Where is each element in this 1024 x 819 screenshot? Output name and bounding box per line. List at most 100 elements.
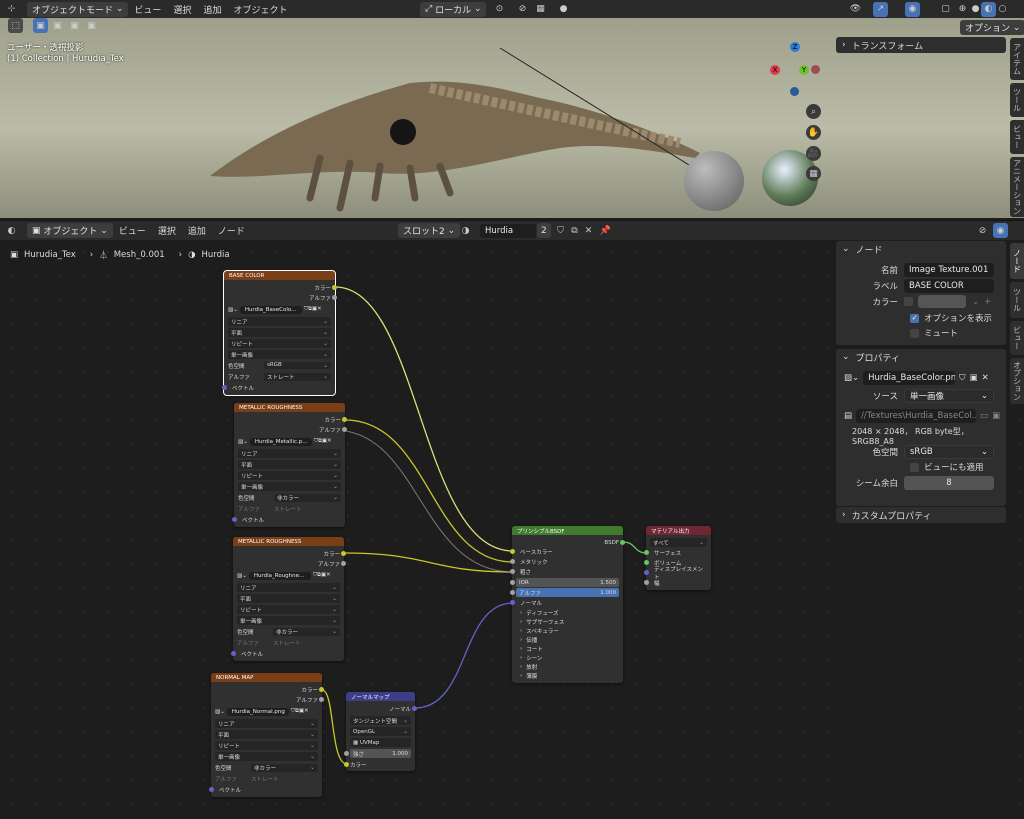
select-subtract-icon[interactable]: ▣	[67, 18, 82, 33]
menu-object[interactable]: オブジェクト	[227, 3, 293, 16]
editor-type-icon[interactable]: ⊹	[4, 2, 19, 17]
socket-roughness-in[interactable]	[510, 569, 515, 574]
navigation-gizmo[interactable]: Z Y X	[770, 42, 820, 96]
image-name[interactable]: Hurdia_Normal.png	[226, 707, 289, 716]
node-material-output[interactable]: マテリアル出力 すべて サーフェス ボリューム ディスプレイスメント 幅	[644, 526, 711, 590]
unlink-close-icon[interactable]: ✕	[581, 223, 596, 238]
node-principled-bsdf[interactable]: プリンシプルBSDF BSDF ベースカラー メタリック 粗さ IOR 1.500…	[510, 526, 625, 683]
transform-panel[interactable]: › トランスフォーム	[836, 37, 1006, 53]
socket-alpha-out[interactable]	[341, 561, 346, 566]
gizmo-toggle-icon[interactable]: ↗	[873, 1, 888, 17]
gizmo-z-axis[interactable]: Z	[790, 42, 800, 52]
menu-select[interactable]: 選択	[167, 3, 197, 16]
proportional-icon[interactable]: ●	[556, 2, 571, 17]
grid-view-icon[interactable]: ▦	[806, 166, 821, 181]
group-sheen[interactable]: › シーン	[516, 653, 619, 662]
node-menu-add[interactable]: 追加	[182, 224, 212, 237]
fake-user-shield-icon[interactable]: ⛉	[553, 223, 568, 238]
interpolation-select[interactable]: リニア	[238, 449, 341, 458]
gizmo-neg-x[interactable]	[811, 65, 820, 74]
extension-select[interactable]: リピート	[237, 605, 340, 614]
group-thin-film[interactable]: › 薄膜	[516, 671, 619, 680]
color-checkbox[interactable]	[904, 297, 913, 306]
overlay-toggle-icon[interactable]: ◉	[905, 1, 920, 17]
node-menu-node[interactable]: ノード	[212, 224, 251, 237]
socket-color-in[interactable]	[344, 762, 349, 767]
image-action-icons[interactable]: ⛉⧉▣✕	[313, 572, 331, 579]
socket-alpha-out[interactable]	[319, 697, 324, 702]
node-header[interactable]: NORMAL MAP	[211, 673, 322, 682]
select-box-icon[interactable]: ▣	[33, 18, 48, 33]
convention-select[interactable]: OpenGL	[350, 727, 411, 736]
socket-strength-in[interactable]	[344, 751, 349, 756]
select-invert-icon[interactable]: ▣	[84, 18, 99, 33]
node-base-color[interactable]: BASE COLOR カラー アルファ ▨⌄ Hurdia_BaseColo...…	[222, 270, 337, 396]
node-object-dropdown[interactable]: ▣ オブジェクト ⌄	[27, 223, 113, 238]
group-diffuse[interactable]: › ディフューズ	[516, 608, 619, 617]
gizmo-neg-z[interactable]	[790, 87, 799, 96]
extension-select[interactable]: リピート	[238, 471, 341, 480]
socket-color-out[interactable]	[332, 285, 337, 290]
node-roughness[interactable]: METALLIC ROUGHNESS カラー アルファ ▨⌄ Hurdia_Rou…	[231, 537, 346, 661]
socket-alpha-in[interactable]	[510, 590, 515, 595]
custom-props-panel[interactable]: › カスタムプロパティ	[836, 507, 1006, 523]
alpha-mode-select[interactable]: ストレート	[264, 372, 331, 381]
socket-base-color-in[interactable]	[510, 549, 515, 554]
group-subsurface[interactable]: › サブサーフェス	[516, 617, 619, 626]
image-action-icons[interactable]: ⛉⧉▣✕	[304, 306, 322, 313]
snap-grid-icon[interactable]: ▦	[533, 2, 548, 17]
uvmap-field[interactable]: ▦ UVMap	[350, 738, 411, 747]
image-selector[interactable]: ▨⌄ Hurdia_Normal.png ⛉⧉▣✕	[215, 707, 318, 716]
node-normal-texture[interactable]: NORMAL MAP カラー アルファ ▨⌄ Hurdia_Normal.png ⛉…	[209, 673, 324, 797]
xray-icon[interactable]: ▢	[938, 2, 953, 17]
socket-normal-out[interactable]	[412, 706, 417, 711]
image-name[interactable]: Hurdia_Metallic.p...	[249, 437, 312, 446]
node-header[interactable]: マテリアル出力	[646, 526, 711, 535]
slot-dropdown[interactable]: スロット2 ⌄	[398, 223, 461, 238]
view-as-render-checkbox[interactable]	[910, 462, 919, 472]
tab-tool[interactable]: ツール	[1010, 282, 1024, 318]
image-browse-icon[interactable]: ▨⌄	[844, 373, 859, 383]
source-select[interactable]: 単一画像	[228, 350, 331, 359]
chevron-down-icon[interactable]: ⌄	[972, 297, 979, 307]
extension-select[interactable]: リピート	[228, 339, 331, 348]
socket-volume-in[interactable]	[644, 560, 649, 565]
menu-add[interactable]: 追加	[197, 3, 227, 16]
socket-thickness-in[interactable]	[644, 580, 649, 585]
tab-options[interactable]: オプション	[1010, 358, 1024, 404]
projection-select[interactable]: 平面	[238, 460, 341, 469]
snap-node-icon[interactable]: ⊘	[975, 223, 990, 238]
select-extend-icon[interactable]: ▣	[50, 18, 65, 33]
visibility-icon[interactable]: 👁	[848, 2, 863, 17]
image-name[interactable]: Hurdia_Roughne...	[248, 571, 311, 580]
menu-view[interactable]: ビュー	[128, 3, 167, 16]
image-selector[interactable]: ▨⌄ Hurdia_BaseColo... ⛉⧉▣✕	[228, 305, 331, 314]
node-name-field[interactable]: Image Texture.001	[904, 263, 994, 277]
socket-alpha-out[interactable]	[342, 427, 347, 432]
source-select[interactable]: 単一画像	[238, 482, 341, 491]
gizmo-x-axis[interactable]: X	[770, 65, 780, 75]
overlay-node-icon[interactable]: ◉	[993, 223, 1008, 238]
properties-panel-header[interactable]: ⌄ プロパティ	[836, 349, 1006, 365]
material-name-field[interactable]: Hurdia	[480, 223, 536, 238]
socket-color-out[interactable]	[319, 687, 324, 692]
image-name[interactable]: Hurdia_BaseColo...	[239, 305, 302, 314]
breadcrumb-object[interactable]: Hurudia_Tex	[24, 250, 76, 260]
node-header[interactable]: ノーマルマップ	[346, 692, 415, 701]
node-header[interactable]: METALLIC ROUGHNESS	[233, 537, 344, 546]
node-editor-type-icon[interactable]: ◐	[4, 223, 19, 238]
rendered-shading-icon[interactable]: ○	[995, 2, 1010, 17]
breadcrumb-material[interactable]: Hurdia	[202, 250, 230, 260]
alpha-field[interactable]: アルファ 1.000	[516, 588, 619, 597]
group-emission[interactable]: › 放射	[516, 662, 619, 671]
interpolation-select[interactable]: リニア	[237, 583, 340, 592]
tab-animation[interactable]: アニメーション	[1010, 157, 1024, 217]
socket-metallic-in[interactable]	[510, 559, 515, 564]
source-select[interactable]: 単一画像	[215, 752, 318, 761]
node-metallic[interactable]: METALLIC ROUGHNESS カラー アルファ ▨⌄ Hurdia_Met…	[232, 403, 347, 527]
zoom-icon[interactable]: ⌕	[806, 104, 821, 119]
snap-icon[interactable]: ⊘	[515, 2, 530, 17]
breadcrumb-mesh[interactable]: Mesh_0.001	[114, 250, 165, 260]
3d-viewport[interactable]: ⬚ ▣ ▣ ▣ ▣ ユーザー・透視投影 (1) Collection | Hur…	[0, 18, 1024, 218]
image-selector[interactable]: ▨⌄ Hurdia_Roughne... ⛉⧉▣✕	[237, 571, 340, 580]
